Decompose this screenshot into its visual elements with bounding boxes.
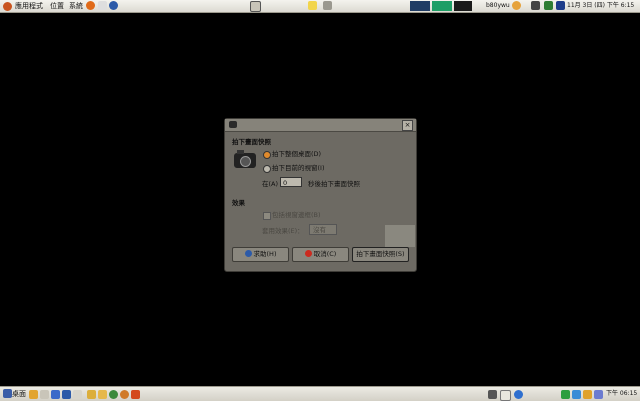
delay-spinbox[interactable]: 0 [280,177,302,187]
workspace-icon[interactable] [323,1,332,10]
mail-icon[interactable] [98,1,107,10]
close-icon[interactable]: × [402,120,413,131]
screenshot-applet-icon[interactable] [250,1,261,12]
take-screenshot-button[interactable]: 拍下畫面快照(S) [352,247,409,262]
tray-printer-icon[interactable] [488,390,497,399]
help-icon [244,250,252,257]
home-folder-icon[interactable] [98,390,107,399]
include-border-checkbox[interactable] [263,212,271,220]
app-green-icon[interactable] [109,390,118,399]
text-editor-icon[interactable] [40,390,49,399]
memory-monitor-graph [432,1,452,11]
radio-whole-desktop[interactable] [263,151,271,159]
camera-icon [234,149,256,169]
dialog-titlebar: × [225,119,416,132]
tray-ime-icon[interactable] [594,390,603,399]
delay-prefix-label: 在(A) [262,180,279,188]
bottom-clock[interactable]: 下午 06:15 [606,390,637,398]
app-red-icon[interactable] [131,390,140,399]
bottom-panel: 桌面 下午 06:15 [0,386,640,401]
cancel-button[interactable]: 取消(C) [292,247,349,262]
tray-help-icon[interactable] [514,390,523,399]
top-clock[interactable]: 11月 3日 (四) 下午 6:15 [567,2,634,10]
apply-effect-dropdown[interactable]: 沒有 [309,224,337,235]
printer-icon[interactable] [531,1,540,10]
apply-effect-label: 套用效果(E)： [262,227,304,235]
include-border-label[interactable]: 包括視窗邊框(B) [272,211,321,219]
section-title: 拍下畫面快照 [232,138,271,146]
camera-small-icon [229,121,237,128]
option-current-window-label[interactable]: 拍下目前的視窗(I) [272,164,325,172]
tray-document-icon[interactable] [500,390,511,401]
app-orange-icon[interactable] [120,390,129,399]
tray-volume-icon[interactable] [572,390,581,399]
effects-title: 效果 [232,199,245,207]
help-button[interactable]: 求助(H) [232,247,289,262]
network-places-icon[interactable] [62,390,71,399]
delay-suffix-label: 秒後拍下畫面快照 [308,180,360,188]
menu-places[interactable]: 位置 [50,2,64,10]
weather-icon [512,1,521,10]
network-icon[interactable] [544,1,553,10]
firefox-icon[interactable] [86,1,95,10]
option-whole-desktop-label[interactable]: 拍下整個桌面(D) [272,150,321,158]
network-monitor-graph [454,1,472,11]
show-desktop-icon[interactable] [3,389,12,398]
top-panel: 應用程式 位置 系統 b80ywu 11月 3日 (四) 下午 6:15 [0,0,640,13]
cancel-icon [304,250,312,257]
ubuntu-logo-icon[interactable] [3,2,12,11]
help-icon[interactable] [109,1,118,10]
tray-network-icon[interactable] [561,390,570,399]
folder-icon[interactable] [29,390,38,399]
files-icon[interactable] [73,390,82,399]
screenshot-dialog: × 拍下畫面快照 拍下整個桌面(D) 拍下目前的視窗(I) 在(A) 0 秒後拍… [224,118,417,272]
input-method-icon[interactable] [556,1,565,10]
dialog-shadow-patch [385,225,415,247]
desktop-button-label[interactable]: 桌面 [12,390,26,398]
tray-update-icon[interactable] [583,390,592,399]
menu-applications[interactable]: 應用程式 [15,2,43,10]
radio-current-window[interactable] [263,165,271,173]
notes-icon[interactable] [308,1,317,10]
menu-system[interactable]: 系統 [69,2,83,10]
browser-icon[interactable] [51,390,60,399]
archive-icon[interactable] [87,390,96,399]
username-label: b80ywu [486,2,510,9]
cpu-monitor-graph [410,1,430,11]
